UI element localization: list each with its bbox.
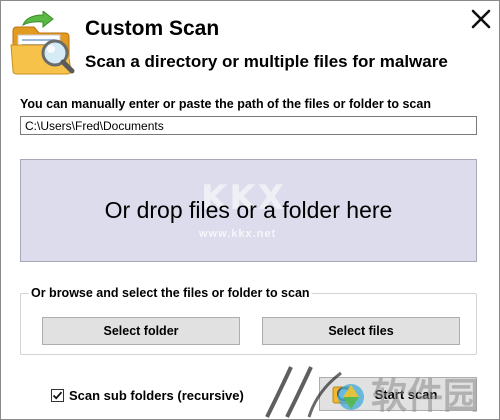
drop-zone-label: Or drop files or a folder here [104, 197, 393, 223]
scan-subfolders-option[interactable]: Scan sub folders (recursive) [51, 387, 244, 403]
start-scan-button[interactable]: Start scan [319, 377, 477, 411]
dialog-title: Custom Scan [85, 17, 220, 40]
folder-search-icon [9, 9, 77, 77]
dialog-subtitle: Scan a directory or multiple files for m… [85, 52, 448, 71]
custom-scan-dialog: Custom Scan Scan a directory or multiple… [0, 0, 500, 420]
browse-group: Or browse and select the files or folder… [20, 286, 477, 355]
scan-icon [330, 381, 356, 410]
drop-zone[interactable]: KKX www.kkx.net Or drop files or a folde… [20, 159, 477, 262]
close-icon[interactable] [467, 5, 495, 33]
scan-subfolders-label: Scan sub folders (recursive) [69, 387, 244, 403]
path-input[interactable] [20, 116, 477, 135]
scan-subfolders-checkbox[interactable] [51, 388, 64, 402]
start-scan-label: Start scan [374, 386, 438, 402]
select-folder-button[interactable]: Select folder [42, 317, 240, 345]
browse-legend: Or browse and select the files or folder… [29, 286, 312, 300]
path-label: You can manually enter or paste the path… [20, 97, 431, 111]
checkmark-icon [52, 391, 63, 400]
select-files-button[interactable]: Select files [262, 317, 460, 345]
watermark-url: www.kkx.net [199, 228, 277, 240]
